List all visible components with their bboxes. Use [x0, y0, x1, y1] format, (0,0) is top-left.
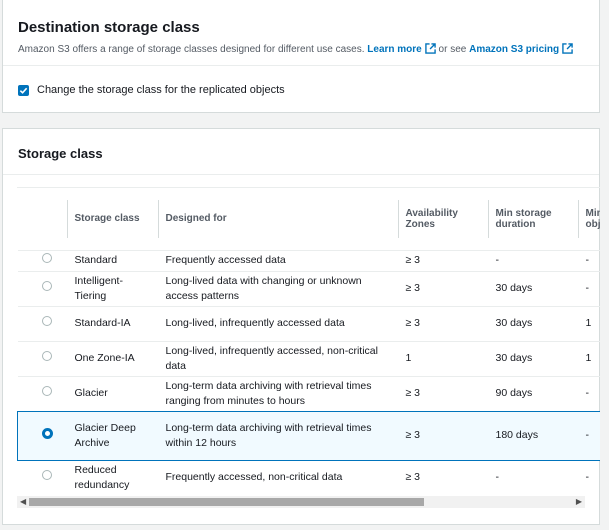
min-duration-cell: 30 days — [487, 270, 578, 306]
az-cell: ≥ 3 — [397, 270, 488, 306]
storage-class-table: Storage class Designed for Availability … — [17, 188, 600, 495]
table-row[interactable]: Standard-IA Long-lived, infrequently acc… — [17, 305, 600, 341]
designed-for-cell: Long-lived, infrequently accessed data — [157, 305, 398, 341]
min-duration-cell: 30 days — [487, 340, 578, 376]
radio-button[interactable] — [41, 253, 52, 263]
header-select — [18, 188, 67, 250]
min-duration-cell: - — [487, 459, 578, 495]
or-see-text: or see — [438, 44, 467, 55]
az-cell: ≥ 3 — [397, 410, 488, 461]
az-cell: ≥ 3 — [397, 249, 488, 271]
table-row[interactable]: Standard Frequently accessed data ≥ 3 - … — [17, 249, 600, 271]
radio-button[interactable] — [41, 470, 52, 481]
row-radio-cell[interactable] — [17, 305, 67, 341]
checkmark-icon — [19, 87, 28, 94]
designed-for-cell: Long-lived data with changing or unknown… — [157, 270, 398, 306]
radio-button[interactable] — [41, 351, 52, 361]
row-radio-cell[interactable] — [17, 270, 67, 306]
row-radio-cell[interactable] — [17, 249, 67, 271]
external-link-icon — [424, 43, 436, 54]
header-designed-for: Designed for — [157, 188, 398, 250]
storage-class-name: Standard-IA — [66, 305, 158, 341]
destination-storage-class-panel: Destination storage class Amazon S3 offe… — [2, 0, 600, 113]
designed-for-cell: Frequently accessed data — [157, 249, 398, 271]
az-cell: ≥ 3 — [397, 305, 488, 341]
divider — [3, 174, 599, 175]
az-cell: ≥ 3 — [397, 459, 488, 495]
storage-class-panel: Storage class Storage class Designed for… — [2, 128, 600, 525]
storage-class-table-container: Storage class Designed for Availability … — [17, 187, 600, 511]
learn-more-link[interactable]: Learn more — [367, 43, 436, 55]
divider — [3, 65, 599, 66]
min-duration-cell: 180 days — [487, 410, 578, 461]
min-size-cell: 1 — [577, 340, 600, 376]
scroll-left-arrow-icon[interactable]: ◀ — [20, 498, 26, 506]
row-radio-cell[interactable] — [17, 375, 67, 411]
min-duration-cell: - — [487, 249, 578, 271]
table-row-selected[interactable]: Glacier Deep Archive Long-term data arch… — [17, 410, 600, 461]
designed-for-cell: Long-term data archiving with retrieval … — [157, 410, 398, 461]
min-size-cell: - — [577, 410, 600, 461]
destination-title: Destination storage class — [18, 19, 200, 36]
scroll-right-arrow-icon[interactable]: ▶ — [576, 498, 582, 506]
radio-button[interactable] — [41, 386, 52, 396]
checkbox-label: Change the storage class for the replica… — [37, 84, 285, 96]
storage-class-name: One Zone-IA — [66, 340, 158, 376]
designed-for-cell: Long-term data archiving with retrieval … — [157, 375, 398, 411]
min-duration-cell: 90 days — [487, 375, 578, 411]
min-size-cell: - — [577, 459, 600, 495]
az-cell: 1 — [397, 340, 488, 376]
storage-class-name: Glacier — [66, 375, 158, 411]
pricing-link-label: Amazon S3 pricing — [469, 44, 560, 55]
table-row[interactable]: Intelligent-Tiering Long-lived data with… — [17, 270, 600, 306]
designed-for-cell: Frequently accessed, non-critical data — [157, 459, 398, 495]
external-link-icon — [562, 43, 573, 54]
min-size-cell: - — [577, 375, 600, 411]
min-size-cell: - — [577, 270, 600, 306]
table-row[interactable]: Glacier Long-term data archiving with re… — [17, 375, 600, 411]
table-row[interactable]: One Zone-IA Long-lived, infrequently acc… — [17, 340, 600, 376]
designed-for-cell: Long-lived, infrequently accessed, non-c… — [157, 340, 398, 376]
radio-button[interactable] — [41, 281, 52, 291]
az-cell: ≥ 3 — [397, 375, 488, 411]
radio-button-selected[interactable] — [42, 427, 53, 439]
header-min-storage-duration: Min storage duration — [487, 188, 578, 250]
storage-class-name: Intelligent-Tiering — [66, 270, 158, 306]
learn-more-label: Learn more — [367, 44, 422, 55]
min-size-cell: 1 — [577, 305, 600, 341]
table-row[interactable]: Reduced redundancy Frequently accessed, … — [17, 459, 600, 495]
row-radio-cell[interactable] — [17, 340, 67, 376]
table-header-row: Storage class Designed for Availability … — [18, 188, 600, 250]
scrollbar-thumb[interactable] — [29, 498, 424, 506]
change-storage-class-checkbox-row[interactable]: Change the storage class for the replica… — [18, 84, 285, 96]
storage-class-name: Reduced redundancy — [66, 459, 158, 495]
storage-class-title: Storage class — [18, 146, 103, 161]
min-size-cell: - — [577, 249, 600, 271]
row-radio-cell[interactable] — [17, 459, 67, 495]
description-text: Amazon S3 offers a range of storage clas… — [18, 44, 365, 55]
row-radio-cell[interactable] — [17, 410, 67, 461]
header-storage-class: Storage class — [66, 188, 158, 250]
pricing-link[interactable]: Amazon S3 pricing — [469, 43, 573, 55]
min-duration-cell: 30 days — [487, 305, 578, 341]
destination-description: Amazon S3 offers a range of storage clas… — [18, 43, 584, 55]
header-min-billable-size: Min billable object size — [577, 188, 600, 250]
header-availability-zones: Availability Zones — [397, 188, 488, 250]
storage-class-name: Standard — [66, 249, 158, 271]
horizontal-scrollbar[interactable]: ◀ ▶ — [17, 496, 585, 508]
change-storage-class-checkbox[interactable] — [18, 84, 29, 96]
storage-class-name: Glacier Deep Archive — [66, 410, 158, 461]
radio-button[interactable] — [41, 316, 52, 326]
